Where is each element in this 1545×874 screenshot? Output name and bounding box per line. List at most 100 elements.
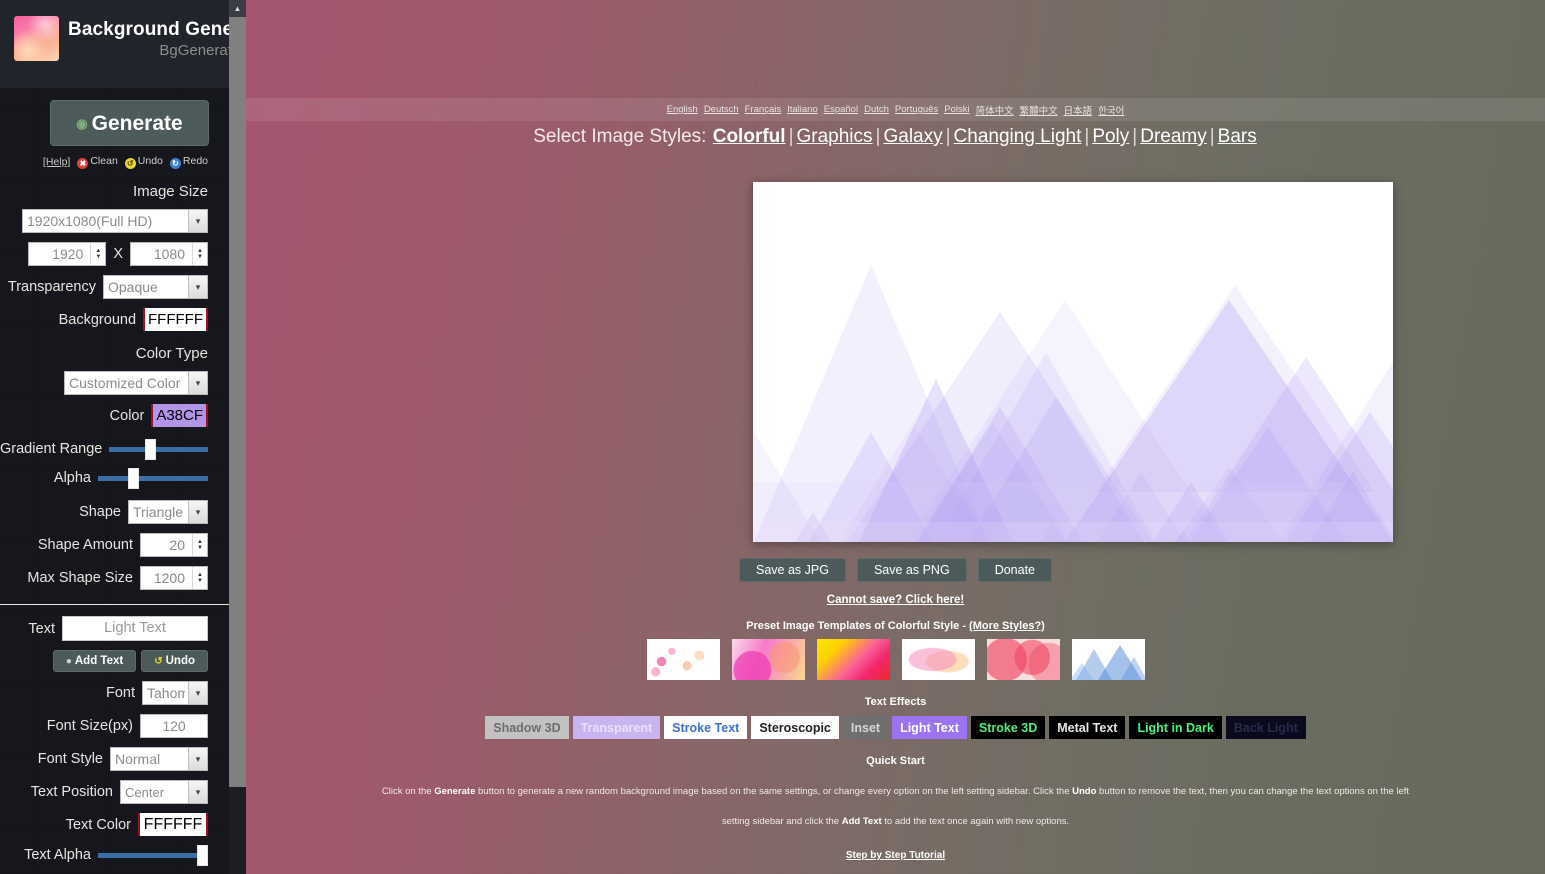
text-color-field[interactable]: FFFFFF <box>138 813 208 836</box>
preset-thumb-petals-pink[interactable] <box>646 639 720 680</box>
text-effect-shadow-3d[interactable]: Shadow 3D <box>485 716 569 739</box>
image-styles-selector: Select Image Styles: Colorful | Graphics | G… <box>246 126 1545 148</box>
text-input[interactable]: Light Text <box>62 616 208 641</box>
gradient-range-knob[interactable] <box>145 439 157 460</box>
max-shape-size-stepper-wrap[interactable]: ▲▼ <box>140 566 208 590</box>
color-caret-right-icon <box>206 813 208 836</box>
clean-button[interactable]: ✖ Clean <box>77 155 118 169</box>
transparency-select[interactable]: Opaque <box>103 275 208 299</box>
color-field[interactable]: A38CF <box>151 404 208 427</box>
shape-amount-stepper-wrap[interactable]: ▲▼ <box>140 533 208 557</box>
text-effect-stroke-3d[interactable]: Stroke 3D <box>970 716 1046 739</box>
text-position-select-wrap[interactable]: Center ▾ <box>120 780 208 804</box>
scrollbar-thumb[interactable] <box>229 17 246 787</box>
donate-button[interactable]: Donate <box>977 558 1052 582</box>
max-shape-size-input[interactable] <box>140 566 208 590</box>
language-link-Deutsch[interactable]: Deutsch <box>704 104 739 115</box>
image-size-select[interactable]: 1920x1080(Full HD) <box>22 209 208 233</box>
sidebar-scrollbar[interactable]: ▲ <box>229 0 246 874</box>
shape-amount-input[interactable] <box>140 533 208 557</box>
image-styles-label: Select Image Styles: <box>533 126 707 147</box>
font-select-wrap[interactable]: Tahom ▾ <box>142 681 208 705</box>
text-position-select[interactable]: Center <box>120 780 208 804</box>
style-link-poly[interactable]: Poly <box>1092 126 1129 147</box>
text-alpha-track <box>98 853 208 858</box>
language-link-Português[interactable]: Português <box>895 104 938 115</box>
style-link-changing-light[interactable]: Changing Light <box>954 126 1082 147</box>
alpha-label: Alpha <box>53 470 91 486</box>
gradient-range-slider[interactable] <box>109 439 208 460</box>
language-link-繁體中文[interactable]: 繁體中文 <box>1020 103 1058 117</box>
add-text-button[interactable]: ● Add Text <box>52 650 137 672</box>
width-input[interactable] <box>28 242 107 266</box>
color-caret-right-icon <box>206 404 208 427</box>
height-input[interactable] <box>130 242 208 266</box>
text-effect-inset[interactable]: Inset <box>842 716 889 739</box>
clean-icon: ✖ <box>77 158 89 169</box>
alpha-slider[interactable] <box>98 468 208 489</box>
preset-thumb-red-circles[interactable] <box>986 639 1060 680</box>
font-select[interactable]: Tahom <box>142 681 208 705</box>
text-effect-steroscopic[interactable]: Steroscopic <box>751 716 839 739</box>
redo-button[interactable]: ↻ Redo <box>169 155 208 169</box>
height-stepper-wrap[interactable]: ▲▼ <box>130 242 208 266</box>
preset-thumb-yellow-red-gradient[interactable] <box>816 639 890 680</box>
image-size-select-wrap[interactable]: 1920x1080(Full HD) ▾ <box>22 209 208 233</box>
generate-button[interactable]: ◉ Generate <box>50 100 209 146</box>
quick-start-title: Quick Start <box>866 755 925 767</box>
save-as-jpg-button[interactable]: Save as JPG <box>739 558 846 582</box>
style-link-bars[interactable]: Bars <box>1218 126 1257 147</box>
more-styles-link[interactable]: (More Styles?) <box>969 620 1045 632</box>
style-link-galaxy[interactable]: Galaxy <box>883 126 942 147</box>
text-alpha-knob[interactable] <box>197 845 208 866</box>
clean-label: Clean <box>90 155 118 167</box>
font-size-input[interactable] <box>140 714 208 738</box>
width-stepper-wrap[interactable]: ▲▼ <box>28 242 107 266</box>
cannot-save-link[interactable]: Cannot save? Click here! <box>827 594 964 606</box>
font-style-select[interactable]: Normal <box>110 747 208 771</box>
language-link-English[interactable]: English <box>667 104 698 115</box>
shape-select-wrap[interactable]: Triangle ▾ <box>128 500 208 524</box>
language-link-Italiano[interactable]: Italiano <box>787 104 818 115</box>
shape-select[interactable]: Triangle <box>128 500 208 524</box>
preset-thumb-waves-pastel[interactable] <box>901 639 975 680</box>
transparency-select-wrap[interactable]: Opaque ▾ <box>103 275 208 299</box>
color-type-select-wrap[interactable]: Customized Color ▾ <box>64 371 208 395</box>
font-style-select-wrap[interactable]: Normal ▾ <box>110 747 208 771</box>
sidebar-divider <box>0 604 229 605</box>
color-value[interactable]: A38CF <box>153 404 206 427</box>
style-link-colorful[interactable]: Colorful <box>713 126 786 147</box>
language-link-한국어[interactable]: 한국어 <box>1098 103 1124 117</box>
preset-thumb-magenta-bubbles[interactable] <box>731 639 805 680</box>
text-effect-stroke-text[interactable]: Stroke Text <box>664 716 748 739</box>
language-link-Français[interactable]: Français <box>745 104 781 115</box>
text-effect-light-in-dark[interactable]: Light in Dark <box>1129 716 1222 739</box>
text-effect-transparent[interactable]: Transparent <box>572 716 661 739</box>
language-bar: English Deutsch Français Italiano Español Dut… <box>246 98 1545 121</box>
text-color-value[interactable]: FFFFFF <box>140 813 206 836</box>
language-link-日本語[interactable]: 日本語 <box>1064 103 1093 117</box>
undo-button[interactable]: ↺ Undo <box>124 155 163 169</box>
preset-thumb-blue-triangles[interactable] <box>1069 639 1147 680</box>
background-color-value[interactable]: FFFFFF <box>145 308 206 331</box>
style-link-graphics[interactable]: Graphics <box>797 126 873 147</box>
color-type-select[interactable]: Customized Color <box>64 371 208 395</box>
background-color-field[interactable]: FFFFFF <box>143 308 208 331</box>
language-link-简体中文[interactable]: 简体中文 <box>976 103 1014 117</box>
max-shape-size-label: Max Shape Size <box>27 570 133 586</box>
scroll-up-arrow-icon[interactable]: ▲ <box>229 0 246 17</box>
save-as-png-button[interactable]: Save as PNG <box>856 558 967 582</box>
language-link-Español[interactable]: Español <box>824 104 858 115</box>
step-by-step-tutorial-link[interactable]: Step by Step Tutorial <box>846 850 945 861</box>
text-effect-metal-text[interactable]: Metal Text <box>1049 716 1126 739</box>
image-preview[interactable] <box>753 182 1393 542</box>
text-alpha-slider[interactable] <box>98 845 208 866</box>
text-effect-light-text[interactable]: Light Text <box>892 716 967 739</box>
language-link-Polski[interactable]: Polski <box>944 104 969 115</box>
text-undo-button[interactable]: ↺ Undo <box>141 650 208 672</box>
text-effect-back-light[interactable]: Back Light <box>1225 716 1306 739</box>
help-link[interactable]: [Help] <box>43 156 70 168</box>
alpha-knob[interactable] <box>128 468 139 489</box>
language-link-Dutch[interactable]: Dutch <box>864 104 889 115</box>
style-link-dreamy[interactable]: Dreamy <box>1140 126 1207 147</box>
